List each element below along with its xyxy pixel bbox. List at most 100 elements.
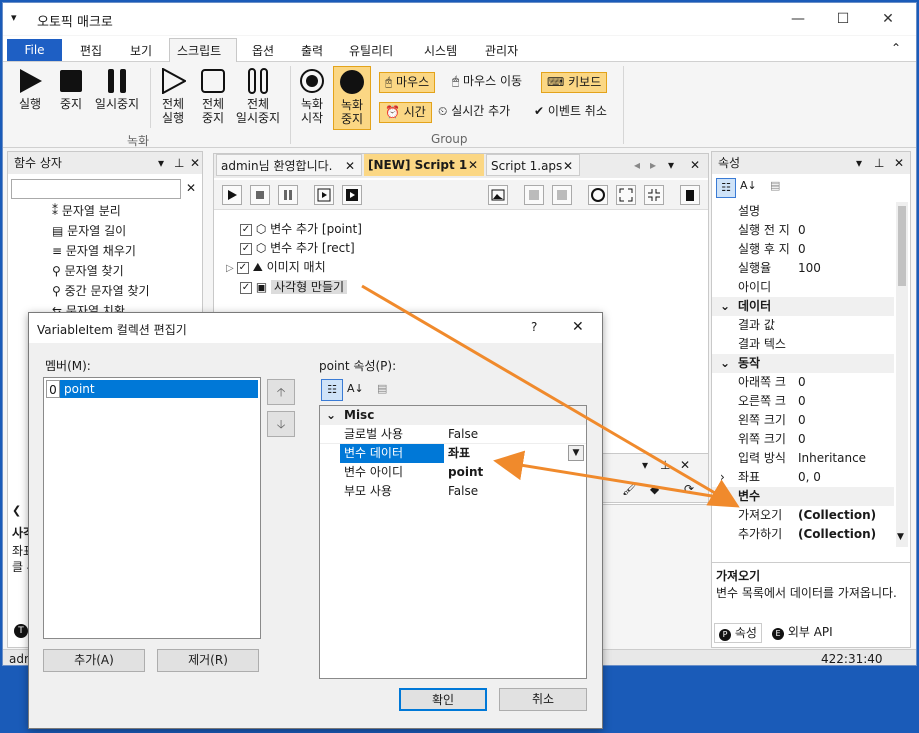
refresh-icon[interactable]: ⟳ [684, 482, 694, 496]
brush-icon[interactable]: 🖌 [622, 482, 637, 496]
record-stop-button[interactable]: 녹화 중지 [333, 66, 371, 130]
tab-script-aps[interactable]: Script 1.aps ✕ [486, 154, 580, 176]
pin-icon[interactable]: ⊥ [174, 152, 184, 174]
dropdown-button[interactable]: ▼ [568, 445, 584, 461]
disabled-close-icon[interactable] [552, 185, 572, 205]
move-down-button[interactable]: 🡣 [267, 411, 295, 437]
list-item[interactable]: ⚲ 중간 문자열 찾기 [52, 282, 150, 300]
property-row[interactable]: 입력 방식 Inheritance [712, 449, 894, 468]
menu-admin[interactable]: 관리자 [485, 42, 518, 59]
property-row[interactable]: 아이디 [712, 278, 894, 297]
member-item-selected[interactable]: 0 point [46, 380, 258, 398]
mouse-toggle[interactable]: 🖰 마우스 [379, 72, 436, 93]
stop-icon[interactable] [250, 185, 270, 205]
tab-welcome[interactable]: admin님 환영합니다. ✕ [216, 154, 362, 176]
category-variable[interactable]: ⌄ 변수 [712, 487, 894, 506]
fill-bucket-icon[interactable]: ◆ [650, 482, 659, 496]
cancel-button[interactable]: 취소 [499, 688, 587, 711]
property-scrollbar[interactable]: ▼ [896, 202, 908, 547]
category-data[interactable]: ⌄ 데이터 [712, 297, 894, 316]
zoom-reset-icon[interactable] [588, 185, 608, 205]
function-search-input[interactable] [11, 179, 181, 199]
app-menu-icon[interactable]: ▾ [11, 11, 17, 24]
collapse-ribbon-icon[interactable]: ⌃ [891, 41, 901, 55]
menu-utility[interactable]: 유틸리티 [349, 42, 393, 59]
property-row[interactable]: 부모 사용 False [320, 482, 586, 501]
close-icon[interactable]: ✕ [690, 158, 700, 172]
tab-scroll-left-icon[interactable]: ◂ [634, 158, 640, 172]
pin-icon[interactable]: ⊥ [874, 152, 884, 174]
sort-az-icon[interactable]: A↓ [740, 179, 757, 192]
script-item[interactable]: ✓ ⬡ 변수 추가 [point] [240, 220, 362, 238]
property-row[interactable]: 변수 아이디 point [320, 463, 586, 482]
time-toggle[interactable]: ⏰ 시간 [379, 102, 432, 123]
collapse-icon[interactable]: ⌄ [720, 487, 730, 506]
remove-button[interactable]: 제거(R) [157, 649, 259, 672]
script-item[interactable]: ▷ ✓ ⛰ 이미지 매치 [226, 258, 326, 276]
scrollbar-thumb[interactable] [898, 206, 906, 286]
close-tab-icon[interactable]: ✕ [345, 155, 355, 177]
record-start-button[interactable]: 녹화 시작 [293, 68, 331, 125]
menu-edit[interactable]: 편집 [80, 42, 102, 59]
move-up-button[interactable]: 🡡 [267, 379, 295, 405]
property-row[interactable]: 글로벌 사용 False [320, 425, 586, 444]
file-menu[interactable]: File [7, 39, 62, 61]
disabled-close-icon[interactable] [524, 185, 544, 205]
property-row[interactable]: 실행 전 지 0 [712, 221, 894, 240]
menu-options[interactable]: 옵션 [252, 42, 274, 59]
members-list[interactable]: 0 point [43, 377, 261, 639]
mouse-move-toggle[interactable]: 🖱 마우스 이동 [447, 72, 527, 93]
property-row[interactable]: 추가하기 (Collection) [712, 525, 894, 544]
run-step-icon[interactable] [342, 185, 362, 205]
collapse-icon[interactable]: ⌄ [326, 406, 336, 425]
collapse-icon[interactable]: ⌄ [720, 354, 730, 373]
maximize-button[interactable]: ☐ [828, 8, 858, 30]
checkbox-checked[interactable]: ✓ [240, 223, 252, 236]
play-icon[interactable] [222, 185, 242, 205]
property-row[interactable]: 설명 [712, 202, 894, 221]
step-icon[interactable] [314, 185, 334, 205]
property-row[interactable]: 결과 값 [712, 316, 894, 335]
property-row[interactable]: 실행율 100 [712, 259, 894, 278]
property-row[interactable]: 결과 텍스 [712, 335, 894, 354]
menu-script[interactable]: 스크립트 [177, 42, 221, 59]
collapse-icon[interactable]: ⌄ [720, 297, 730, 316]
collapse-icon[interactable] [644, 185, 664, 205]
close-icon[interactable]: ✕ [680, 458, 690, 472]
list-item[interactable]: ⚲ 문자열 찾기 [52, 262, 124, 280]
image-icon[interactable] [488, 185, 508, 205]
property-row[interactable]: 위쪽 크기 0 [712, 430, 894, 449]
expand-icon[interactable]: › [720, 468, 725, 487]
trash-icon[interactable] [680, 185, 700, 205]
close-icon[interactable]: ✕ [894, 152, 904, 174]
pause-all-button[interactable]: 전체 일시중지 [231, 68, 285, 125]
tab-properties[interactable]: P 속성 [714, 623, 762, 643]
property-row-selected[interactable]: 변수 데이터 좌표 ▼ [320, 444, 586, 463]
checkbox-checked[interactable]: ✓ [240, 281, 252, 294]
list-item[interactable]: ⁑ 문자열 분리 [52, 202, 121, 220]
property-row[interactable]: 오른쪽 크 0 [712, 392, 894, 411]
close-tab-icon[interactable]: ✕ [468, 154, 478, 176]
clear-search-icon[interactable]: ✕ [186, 181, 196, 195]
category-action[interactable]: ⌄ 동작 [712, 354, 894, 373]
categorized-icon[interactable]: ☷ [321, 379, 343, 401]
list-item[interactable]: ≡ 문자열 채우기 [52, 242, 136, 260]
script-item-selected[interactable]: ✓ ▣ 사각형 만들기 [240, 278, 348, 296]
property-pages-icon[interactable]: ▤ [377, 382, 387, 395]
tab-list-icon[interactable]: ▾ [668, 158, 674, 172]
expand-icon[interactable] [616, 185, 636, 205]
dropdown-icon[interactable]: ▾ [158, 152, 164, 174]
minimize-button[interactable]: — [783, 8, 813, 30]
event-cancel-toggle[interactable]: ✔ 이벤트 취소 [529, 102, 612, 123]
stop-button[interactable]: 중지 [51, 68, 91, 111]
categorized-icon[interactable]: ☷ [716, 178, 736, 198]
close-button[interactable]: ✕ [873, 8, 903, 30]
pin-icon[interactable]: ⊥ [660, 458, 670, 472]
pause-button[interactable]: 일시중지 [89, 68, 145, 111]
run-all-button[interactable]: 전체 실행 [153, 67, 193, 125]
checkbox-checked[interactable]: ✓ [236, 261, 249, 274]
checkbox-checked[interactable]: ✓ [240, 242, 252, 255]
property-row[interactable]: 왼쪽 크기 0 [712, 411, 894, 430]
property-pages-icon[interactable]: ▤ [770, 179, 780, 192]
tab-external-api[interactable]: E 외부 API [768, 623, 837, 643]
